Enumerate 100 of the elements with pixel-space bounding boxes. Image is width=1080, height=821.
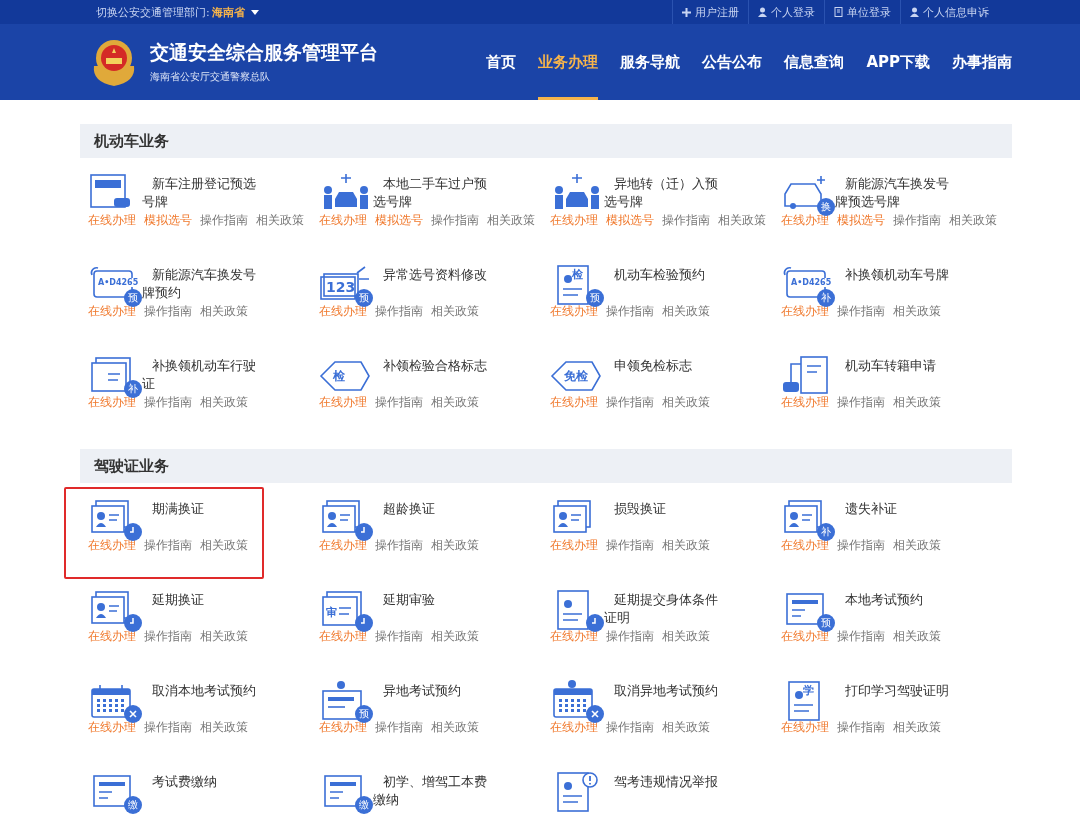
nav-tab[interactable]: APP下载	[866, 24, 930, 100]
service-link[interactable]: 模拟选号	[837, 212, 885, 229]
service-title[interactable]: 初学、增驾工本费缴纳	[373, 770, 493, 816]
service-link[interactable]: 操作指南	[144, 719, 192, 736]
caret-icon	[250, 9, 259, 15]
service-link[interactable]: 在线办理	[88, 628, 136, 645]
service-link[interactable]: 操作指南	[837, 719, 885, 736]
service-link[interactable]: 操作指南	[837, 394, 885, 411]
service-link[interactable]: 操作指南	[606, 537, 654, 554]
service-link[interactable]: 操作指南	[431, 212, 479, 229]
service-link[interactable]: 操作指南	[837, 537, 885, 554]
service-link[interactable]: 相关政策	[893, 303, 941, 320]
service-link[interactable]: 相关政策	[200, 628, 248, 645]
service-link[interactable]: 在线办理	[88, 537, 136, 554]
service-link[interactable]: 在线办理	[781, 719, 829, 736]
service-link[interactable]: 操作指南	[837, 303, 885, 320]
service-link[interactable]: 操作指南	[837, 628, 885, 645]
service-link[interactable]: 相关政策	[200, 719, 248, 736]
service-link[interactable]: 相关政策	[487, 212, 535, 229]
nav-tab[interactable]: 办事指南	[952, 24, 1012, 100]
service-link[interactable]: 在线办理	[550, 628, 598, 645]
service-link[interactable]: 操作指南	[200, 212, 248, 229]
service-title[interactable]: 驾考违规情况举报	[604, 770, 724, 816]
building-icon	[834, 7, 843, 17]
clock-icon	[124, 614, 142, 632]
nav-tab[interactable]: 首页	[486, 24, 517, 100]
badge: 补	[817, 523, 835, 541]
service-link[interactable]: 在线办理	[781, 394, 829, 411]
service-link[interactable]: 操作指南	[606, 394, 654, 411]
service-link[interactable]: 操作指南	[144, 394, 192, 411]
service-link[interactable]: 操作指南	[606, 719, 654, 736]
service-link[interactable]: 操作指南	[375, 394, 423, 411]
service-link[interactable]: 相关政策	[200, 394, 248, 411]
badge: 预	[817, 614, 835, 632]
service-link[interactable]: 在线办理	[550, 212, 598, 229]
service-link[interactable]: 模拟选号	[375, 212, 423, 229]
department-label: 切换公安交通管理部门:	[96, 4, 210, 20]
service-link[interactable]: 相关政策	[431, 303, 479, 320]
icon-label: 审	[326, 605, 337, 620]
service-link[interactable]: 相关政策	[200, 303, 248, 320]
badge: 缴	[355, 796, 373, 814]
service-link[interactable]: 在线办理	[550, 394, 598, 411]
service-link[interactable]: 相关政策	[662, 537, 710, 554]
service-link[interactable]: 相关政策	[662, 719, 710, 736]
service-link[interactable]: 相关政策	[431, 628, 479, 645]
service-link[interactable]: 相关政策	[949, 212, 997, 229]
service-link[interactable]: 操作指南	[375, 719, 423, 736]
service-link[interactable]: 相关政策	[893, 537, 941, 554]
service-link[interactable]: 相关政策	[662, 394, 710, 411]
service-link[interactable]: 操作指南	[662, 212, 710, 229]
user-icon	[910, 7, 919, 17]
clock-icon	[355, 523, 373, 541]
service-link[interactable]: 相关政策	[431, 394, 479, 411]
nav-tab[interactable]: 信息查询	[784, 24, 845, 100]
service-link[interactable]: 操作指南	[144, 537, 192, 554]
service-link[interactable]: 在线办理	[319, 628, 367, 645]
service-link[interactable]: 在线办理	[319, 537, 367, 554]
service-link[interactable]: 相关政策	[662, 303, 710, 320]
service-link[interactable]: 在线办理	[550, 719, 598, 736]
service-link[interactable]: 操作指南	[375, 537, 423, 554]
icon-label: 免检	[564, 368, 588, 385]
service-link[interactable]: 相关政策	[431, 719, 479, 736]
badge: 预	[355, 289, 373, 307]
service-title[interactable]: 考试费缴纳	[142, 770, 262, 816]
nav-tab[interactable]: 公告公布	[702, 24, 763, 100]
service-link[interactable]: 模拟选号	[144, 212, 192, 229]
icon-label: 检	[572, 267, 583, 282]
site-title: 交通安全综合服务管理平台	[150, 40, 379, 65]
service-link[interactable]: 相关政策	[256, 212, 304, 229]
region-selector[interactable]: 海南省	[211, 4, 245, 20]
service-link[interactable]: 相关政策	[893, 628, 941, 645]
service-link[interactable]: 操作指南	[375, 628, 423, 645]
service-link[interactable]: 相关政策	[431, 537, 479, 554]
nav-tab[interactable]: 业务办理	[538, 24, 599, 100]
badge: 预	[124, 289, 142, 307]
section-heading: 机动车业务	[80, 124, 1012, 158]
icon-label: 学	[803, 683, 814, 698]
service-link[interactable]: 相关政策	[200, 537, 248, 554]
service-link[interactable]: 在线办理	[88, 212, 136, 229]
site-subtitle: 海南省公安厅交通警察总队	[150, 70, 271, 84]
service-link[interactable]: 相关政策	[893, 719, 941, 736]
icon-label: A•D4265	[97, 278, 140, 287]
service-link[interactable]: 操作指南	[893, 212, 941, 229]
service-link[interactable]: 操作指南	[375, 303, 423, 320]
nav-tab[interactable]: 服务导航	[620, 24, 681, 100]
service-link[interactable]: 相关政策	[893, 394, 941, 411]
service-link[interactable]: 操作指南	[606, 303, 654, 320]
service-link[interactable]: 在线办理	[550, 537, 598, 554]
service-link[interactable]: 操作指南	[606, 628, 654, 645]
service-link[interactable]: 在线办理	[319, 394, 367, 411]
service-link[interactable]: 操作指南	[144, 303, 192, 320]
service-link[interactable]: 模拟选号	[606, 212, 654, 229]
service-link[interactable]: 相关政策	[662, 628, 710, 645]
service-link[interactable]: 在线办理	[319, 212, 367, 229]
cancel-icon	[586, 705, 604, 723]
service-link[interactable]: 操作指南	[144, 628, 192, 645]
badge: 换	[817, 198, 835, 216]
clock-icon	[124, 523, 142, 541]
service-link[interactable]: 在线办理	[88, 719, 136, 736]
service-link[interactable]: 相关政策	[718, 212, 766, 229]
